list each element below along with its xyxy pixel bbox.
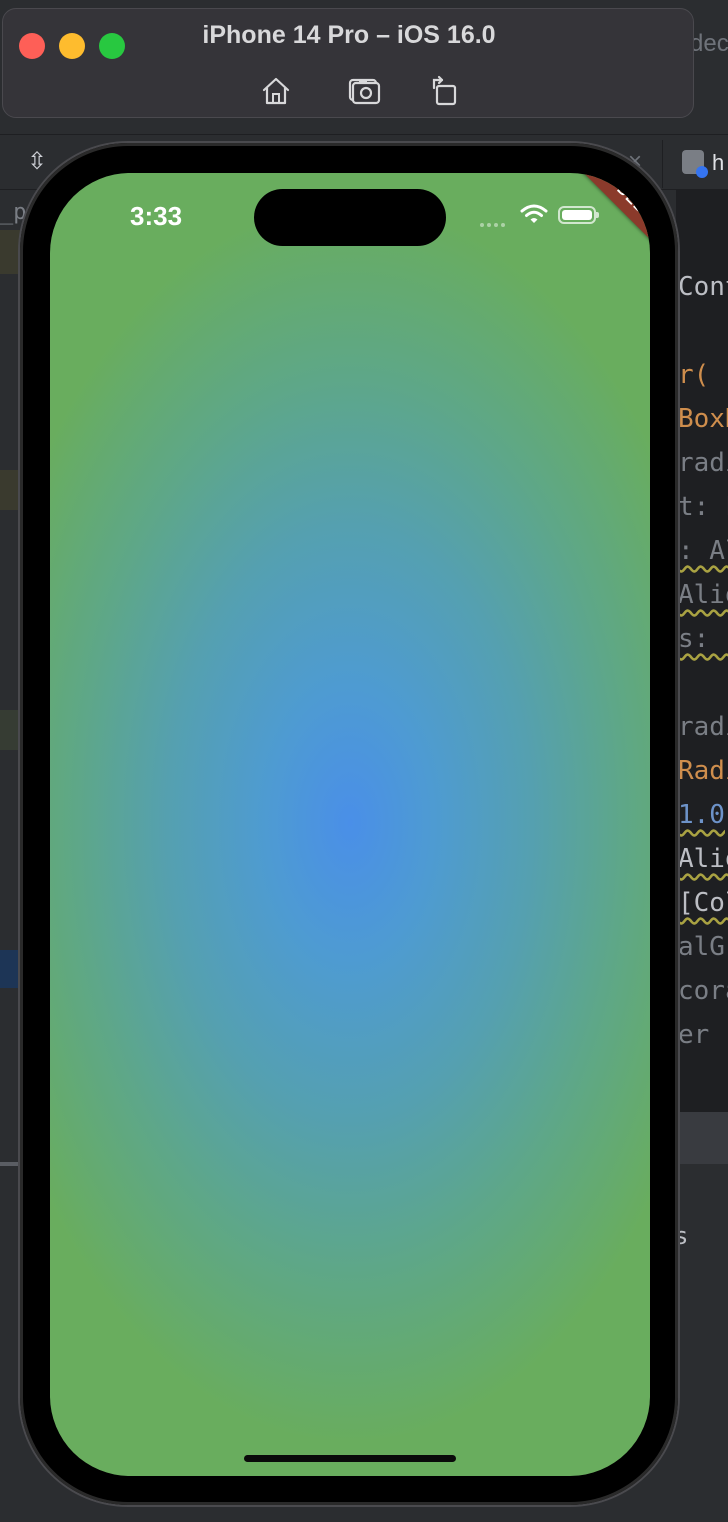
battery-icon [558,206,599,224]
home-icon [262,77,290,105]
editor-tab-label: h [712,150,725,175]
collapse-icon[interactable]: ⇳ [24,148,50,176]
screenshot-button[interactable] [344,71,384,111]
code-line: alGr [678,932,728,962]
ide-top-partial-text: dec [690,30,728,57]
simulator-title: iPhone 14 Pro – iOS 16.0 [202,21,496,49]
code-line: Cont [678,272,728,302]
rotate-button[interactable] [424,71,464,111]
code-line: Alig [678,844,728,874]
code-line: : Al [678,536,728,566]
status-time: 3:33 [130,201,183,231]
code-line: 1.0 [678,800,725,830]
app-screen[interactable]: 3:33 DEBUG [50,173,650,1476]
code-line: Alig [678,580,728,610]
screenshot-icon [348,78,381,105]
debug-banner: DEBUG [558,173,650,290]
code-line: r( [678,360,710,390]
code-line: radi [678,448,728,478]
home-indicator[interactable] [244,1455,456,1462]
dart-file-icon [682,150,708,178]
wifi-icon [520,204,548,223]
rotate-icon [432,75,457,106]
code-line: er [678,1020,710,1050]
code-line: radi [678,712,728,742]
code-line: t: F [678,492,728,522]
dynamic-island [254,189,446,246]
bottom-panel-tab-indicator [0,1162,20,1166]
code-line: Radi [678,756,728,786]
code-line: [Col [678,888,728,918]
screen: dec ⇳ × h _pr oo Cont r( BoxD radi t: F … [0,0,728,1522]
code-line: cora [678,976,728,1006]
bottom-panel-header [676,1112,728,1164]
code-line: BoxD [678,404,728,434]
cellular-dots-icon [480,207,510,227]
code-line: s: [ [678,624,728,654]
home-button[interactable] [256,71,296,111]
simulator-titlebar[interactable]: iPhone 14 Pro – iOS 16.0 [2,8,694,118]
